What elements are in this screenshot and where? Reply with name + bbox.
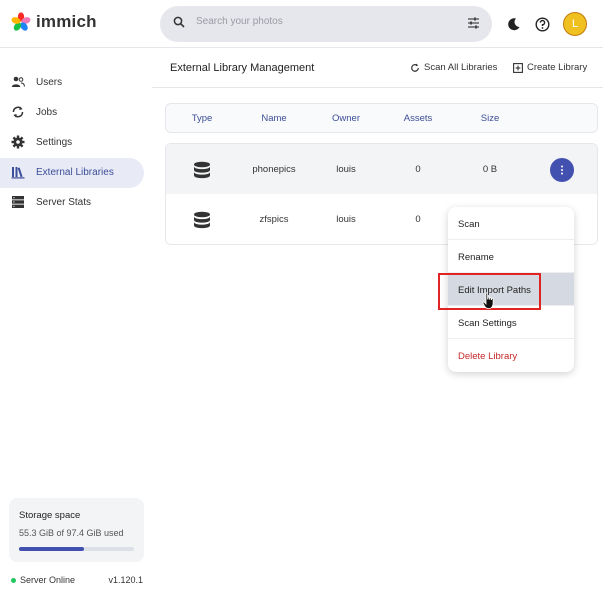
column-header-size: Size bbox=[480, 113, 500, 124]
more-vertical-icon bbox=[561, 165, 563, 175]
tune-icon[interactable] bbox=[467, 17, 480, 29]
sync-icon bbox=[12, 106, 24, 118]
library-name: zfspics bbox=[259, 214, 289, 225]
storage-title: Storage space bbox=[19, 510, 81, 521]
sidebar-item-users[interactable]: Users bbox=[0, 68, 144, 98]
sidebar-item-label: Server Stats bbox=[36, 197, 92, 208]
search-icon[interactable] bbox=[173, 16, 185, 28]
menu-item-scan[interactable]: Scan bbox=[448, 207, 574, 240]
server-status: Server Online v1.120.1 bbox=[11, 575, 143, 587]
plus-box-icon bbox=[513, 62, 523, 73]
library-size: 0 B bbox=[482, 164, 498, 175]
server-status-text: Server Online bbox=[20, 575, 76, 585]
top-bar: immich Search your photos L bbox=[0, 0, 603, 48]
sidebar-item-label: Jobs bbox=[36, 107, 58, 118]
menu-item-rename[interactable]: Rename bbox=[448, 240, 574, 273]
help-button[interactable] bbox=[531, 13, 553, 35]
library-assets: 0 bbox=[415, 214, 421, 225]
sidebar-item-label: External Libraries bbox=[36, 167, 114, 178]
page-title: External Library Management bbox=[170, 62, 315, 74]
column-header-owner: Owner bbox=[332, 113, 360, 124]
server-version: v1.120.1 bbox=[108, 575, 143, 585]
user-avatar[interactable]: L bbox=[563, 12, 587, 36]
page-header: External Library Management Scan All Lib… bbox=[152, 48, 603, 88]
refresh-icon bbox=[411, 63, 419, 72]
database-icon bbox=[194, 161, 210, 179]
column-header-name: Name bbox=[261, 113, 287, 124]
create-library-label: Create Library bbox=[527, 62, 588, 73]
scan-all-libraries-label: Scan All Libraries bbox=[424, 62, 498, 73]
library-table-header: Type Name Owner Assets Size bbox=[165, 103, 598, 133]
storage-bar-fill bbox=[19, 547, 85, 551]
sidebar-item-jobs[interactable]: Jobs bbox=[0, 98, 144, 128]
immich-logo-icon bbox=[11, 12, 31, 31]
menu-item-scan-settings[interactable]: Scan Settings bbox=[448, 306, 574, 339]
library-name: phonepics bbox=[252, 164, 296, 175]
library-owner: louis bbox=[336, 164, 356, 175]
table-row[interactable]: phonepics louis 0 0 B bbox=[166, 144, 597, 194]
server-icon bbox=[12, 196, 24, 208]
users-icon bbox=[11, 76, 25, 87]
search-input[interactable]: Search your photos bbox=[196, 16, 283, 27]
column-header-type: Type bbox=[191, 113, 213, 124]
library-assets: 0 bbox=[415, 164, 421, 175]
moon-icon bbox=[508, 18, 520, 31]
help-icon bbox=[534, 16, 550, 32]
column-header-assets: Assets bbox=[403, 113, 433, 124]
sidebar-item-settings[interactable]: Settings bbox=[0, 128, 144, 158]
storage-usage-text: 55.3 GiB of 97.4 GiB used bbox=[19, 528, 124, 538]
sidebar-item-external-libraries[interactable]: External Libraries bbox=[0, 158, 144, 188]
sidebar-item-label: Settings bbox=[36, 137, 73, 148]
sidebar-item-label: Users bbox=[36, 77, 63, 88]
search-bar[interactable]: Search your photos bbox=[160, 6, 492, 42]
library-menu-button[interactable] bbox=[550, 158, 574, 182]
storage-bar bbox=[19, 547, 134, 551]
online-status-dot bbox=[11, 578, 16, 583]
menu-item-delete-library[interactable]: Delete Library bbox=[448, 339, 574, 372]
theme-toggle-button[interactable] bbox=[503, 13, 525, 35]
app-logo[interactable]: immich bbox=[11, 12, 97, 32]
database-icon bbox=[194, 211, 210, 229]
storage-panel: Storage space 55.3 GiB of 97.4 GiB used bbox=[9, 498, 144, 562]
gear-icon bbox=[11, 135, 25, 149]
sidebar-item-server-stats[interactable]: Server Stats bbox=[0, 188, 144, 218]
library-owner: louis bbox=[336, 214, 356, 225]
hand-pointer-cursor-icon bbox=[482, 292, 494, 309]
bookshelf-icon bbox=[11, 167, 25, 179]
create-library-button[interactable]: Create Library bbox=[513, 62, 587, 73]
scan-all-libraries-button[interactable]: Scan All Libraries bbox=[410, 62, 497, 73]
app-name: immich bbox=[36, 12, 97, 31]
